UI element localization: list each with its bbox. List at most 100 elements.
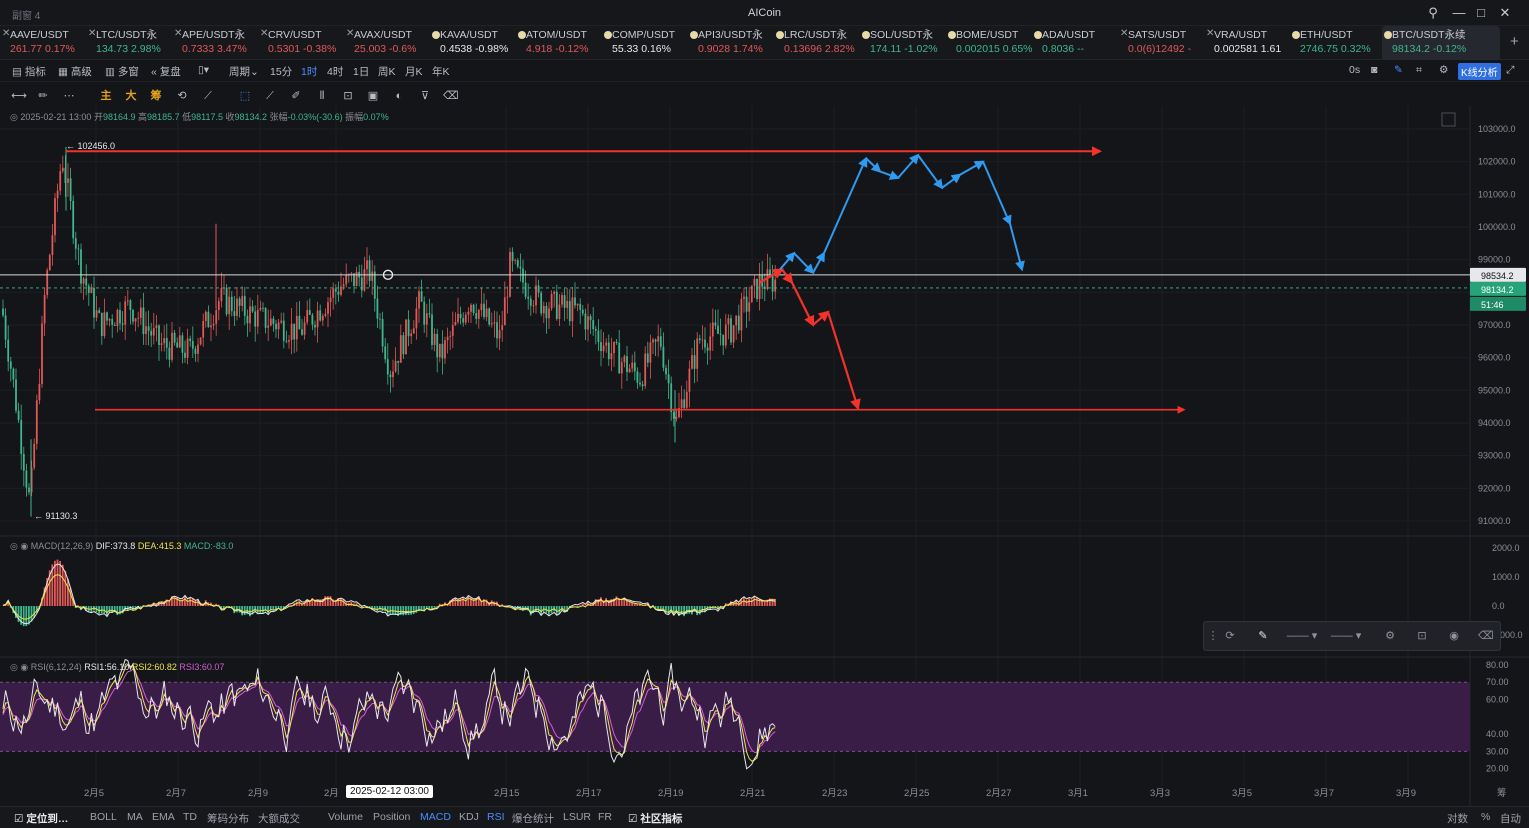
line-color-icon[interactable]: ✎ bbox=[1256, 629, 1270, 643]
chart-type-icon[interactable]: ▯▾ bbox=[198, 64, 209, 76]
close-tab-icon[interactable]: ✕ bbox=[1120, 28, 1128, 39]
lock-icon[interactable]: ⊡ bbox=[1415, 629, 1429, 643]
lock-icon[interactable]: ⊡ bbox=[341, 89, 355, 103]
period-1d[interactable]: 1日 bbox=[353, 64, 369, 79]
fullscreen-icon[interactable]: ⤢ bbox=[1506, 64, 1514, 77]
kline-analysis-button[interactable]: K线分析 bbox=[1458, 63, 1501, 80]
indicator-volume[interactable]: Volume bbox=[328, 811, 363, 823]
drag-handle-icon[interactable]: ⋮ bbox=[1206, 629, 1220, 643]
symbol-tab[interactable]: ✕ VRA/USDT 0.002581 1.61 bbox=[1204, 26, 1290, 60]
pen-icon[interactable]: ✎ bbox=[1394, 64, 1403, 76]
symbol-tab[interactable]: ✕ APE/USDT永 0.7333 3.47% bbox=[172, 26, 258, 60]
symbol-tab[interactable]: SOL/USDT永 174.11 -1.02% bbox=[860, 26, 946, 60]
trash-icon[interactable]: ⌫ bbox=[443, 89, 459, 103]
settings-icon[interactable]: ⚙ bbox=[1439, 64, 1448, 76]
period-month[interactable]: 月K bbox=[405, 64, 423, 79]
tab-price: 4.918 -0.12% bbox=[526, 43, 589, 55]
close-tab-icon[interactable]: ✕ bbox=[1206, 28, 1214, 39]
symbol-tab[interactable]: ADA/USDT 0.8036 -- bbox=[1032, 26, 1118, 60]
candle-body bbox=[420, 291, 423, 302]
indicator-button[interactable]: ▤ 指标 bbox=[12, 64, 46, 79]
symbol-tab[interactable]: ✕ SATS/USDT 0.0(6)12492 - bbox=[1118, 26, 1204, 60]
x-tick-label: 2月5 bbox=[84, 788, 104, 799]
close-tab-icon[interactable]: ✕ bbox=[88, 28, 96, 39]
replay-button[interactable]: « 复盘 bbox=[151, 64, 181, 79]
indicator-ma[interactable]: MA bbox=[127, 811, 143, 823]
percent-toggle[interactable]: % bbox=[1481, 811, 1490, 823]
search-icon[interactable]: ⚲ bbox=[1422, 4, 1444, 22]
indicator-position[interactable]: Position bbox=[373, 811, 410, 823]
crop-icon[interactable]: ⌗ bbox=[1416, 64, 1422, 77]
locate-button[interactable]: ☑ 定位到… bbox=[14, 811, 68, 826]
period-week[interactable]: 周K bbox=[378, 64, 396, 79]
symbol-tab[interactable]: ATOM/USDT 4.918 -0.12% bbox=[516, 26, 602, 60]
indicator-ema[interactable]: EMA bbox=[152, 811, 175, 823]
tab-price: 0.0(6)12492 - bbox=[1128, 43, 1192, 55]
indicator-macd[interactable]: MACD bbox=[420, 811, 451, 823]
period-1h[interactable]: 1时 bbox=[301, 64, 317, 79]
cycle-icon[interactable]: ⟲ bbox=[175, 89, 189, 103]
maximize-icon[interactable]: □ bbox=[1470, 4, 1492, 22]
minimize-icon[interactable]: — bbox=[1448, 4, 1470, 22]
indicator-td[interactable]: TD bbox=[183, 811, 197, 823]
close-tab-icon[interactable]: ✕ bbox=[174, 28, 182, 39]
indicator-lsur[interactable]: LSUR bbox=[563, 811, 591, 823]
settings-icon[interactable]: ⚙ bbox=[1383, 629, 1397, 643]
symbol-tab[interactable]: ETH/USDT 2746.75 0.32% bbox=[1290, 26, 1376, 60]
symbol-tab[interactable]: BTC/USDT永续 98134.2 -0.12% bbox=[1382, 26, 1500, 60]
camera-icon[interactable]: ◙ bbox=[1371, 64, 1377, 76]
indicator-rsi[interactable]: RSI bbox=[487, 811, 505, 823]
symbol-tab[interactable]: API3/USDT永 0.9028 1.74% bbox=[688, 26, 774, 60]
symbol-tab[interactable]: ✕ CRV/USDT 0.5301 -0.38% bbox=[258, 26, 344, 60]
candles-icon[interactable]: ⫴ bbox=[315, 89, 329, 103]
visibility-icon[interactable]: ◉ bbox=[1447, 629, 1461, 643]
symbol-tab[interactable]: LRC/USDT永 0.13696 2.82% bbox=[774, 26, 860, 60]
close-tab-icon[interactable]: ✕ bbox=[260, 28, 268, 39]
auto-scale-toggle[interactable]: 自动 bbox=[1500, 811, 1521, 826]
add-tab-icon[interactable]: + bbox=[1510, 33, 1519, 50]
magnet-icon[interactable]: ◐ bbox=[392, 89, 406, 103]
community-indicators[interactable]: ☑ 社区指标 bbox=[628, 811, 682, 826]
symbol-tab[interactable]: ✕ LTC/USDT永 134.73 2.98% bbox=[86, 26, 172, 60]
symbol-tab[interactable]: KAVA/USDT 0.4538 -0.98% bbox=[430, 26, 516, 60]
line-style-dropdown[interactable]: —— ▾ bbox=[1282, 629, 1322, 643]
close-tab-icon[interactable]: ✕ bbox=[2, 28, 10, 39]
chips-icon[interactable]: 筹 bbox=[149, 89, 163, 103]
line-width-dropdown[interactable]: —— ▾ bbox=[1326, 629, 1366, 643]
pencil-icon[interactable]: ✏ bbox=[36, 89, 50, 103]
crosshair-line-icon[interactable]: ⟷ bbox=[10, 89, 28, 103]
period-4h[interactable]: 4时 bbox=[327, 64, 343, 79]
log-scale-toggle[interactable]: 对数 bbox=[1447, 811, 1468, 826]
main-force-icon[interactable]: 主 bbox=[99, 89, 113, 103]
period-15m[interactable]: 15分 bbox=[270, 64, 292, 79]
indicator-large-trades[interactable]: 大额成交 bbox=[258, 811, 300, 826]
indicator-fr[interactable]: FR bbox=[598, 811, 612, 823]
indicator-kdj[interactable]: KDJ bbox=[459, 811, 479, 823]
note-icon[interactable]: ▣ bbox=[366, 89, 380, 103]
kline-chart[interactable]: 2000.01000.00.0-1000.0 80.0070.0060.0040… bbox=[0, 106, 1529, 806]
marker-icon[interactable]: ✐ bbox=[289, 89, 303, 103]
template-icon[interactable]: ⟳ bbox=[1223, 629, 1237, 643]
coin-icon bbox=[948, 31, 956, 39]
big-order-icon[interactable]: 大 bbox=[124, 89, 138, 103]
indicator-chips[interactable]: 筹码分布 bbox=[207, 811, 249, 826]
filter-icon[interactable]: ⊽ bbox=[418, 89, 432, 103]
symbol-tab[interactable]: ✕ AVAX/USDT 25.003 -0.6% bbox=[344, 26, 430, 60]
multi-window-button[interactable]: ▥ 多窗 bbox=[105, 64, 139, 79]
symbol-tab[interactable]: BOME/USDT 0.002015 0.65% bbox=[946, 26, 1032, 60]
indicator-liquidation[interactable]: 爆仓统计 bbox=[512, 811, 554, 826]
trash-icon[interactable]: ⌫ bbox=[1478, 629, 1494, 643]
select-tool-icon[interactable]: ⬚ bbox=[238, 89, 252, 103]
more-icon[interactable]: ⋯ bbox=[62, 89, 76, 103]
symbol-tab[interactable]: ✕ AAVE/USDT 261.77 0.17% bbox=[0, 26, 86, 60]
advanced-button[interactable]: ▦ 高级 bbox=[58, 64, 92, 79]
measure-icon[interactable]: ⟋ bbox=[201, 89, 215, 103]
close-icon[interactable]: ✕ bbox=[1494, 4, 1516, 22]
symbol-tab[interactable]: COMP/USDT 55.33 0.16% bbox=[602, 26, 688, 60]
indicator-boll[interactable]: BOLL bbox=[90, 811, 117, 823]
eye-icon[interactable]: ◎ bbox=[10, 112, 18, 122]
brush-icon[interactable]: ⟋ bbox=[263, 89, 277, 103]
close-tab-icon[interactable]: ✕ bbox=[346, 28, 354, 39]
period-dropdown[interactable]: 周期⌄ bbox=[229, 64, 259, 79]
period-year[interactable]: 年K bbox=[432, 64, 450, 79]
